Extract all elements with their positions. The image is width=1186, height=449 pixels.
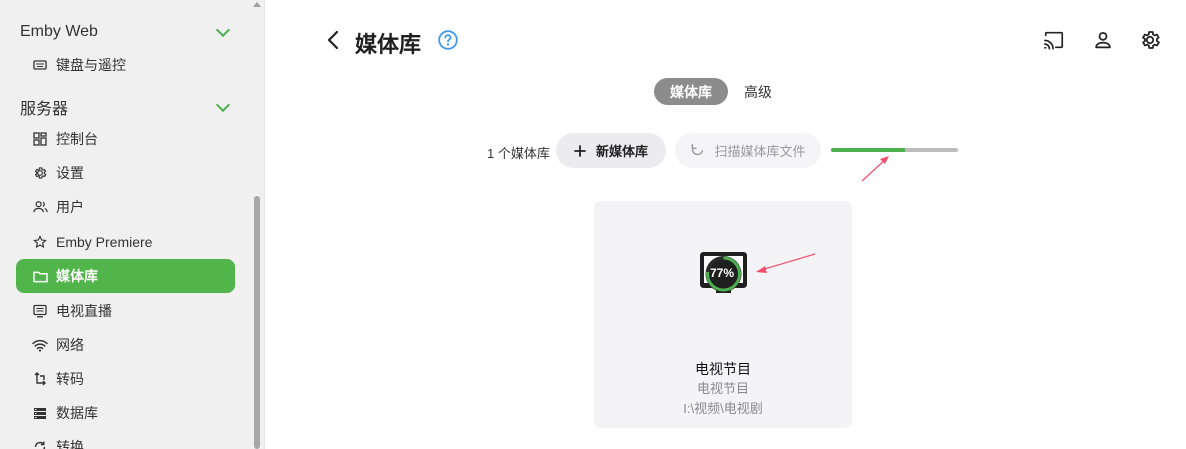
sidebar-item-network[interactable]: 网络 — [16, 328, 235, 362]
folder-icon — [32, 268, 48, 284]
new-library-label: 新媒体库 — [595, 144, 648, 159]
sidebar-item-library[interactable]: 媒体库 — [16, 259, 235, 293]
refresh-icon — [690, 143, 705, 158]
card-progress-label: 77% — [709, 266, 735, 280]
database-icon — [32, 405, 48, 421]
sidebar-item-label: 网络 — [56, 337, 84, 353]
chevron-left-icon — [327, 30, 339, 50]
scan-progress-fill — [831, 148, 905, 152]
tab-libraries[interactable]: 媒体库 — [654, 78, 728, 105]
sidebar-item-label: 设置 — [56, 165, 84, 181]
sidebar-item-users[interactable]: 用户 — [16, 190, 235, 224]
dashboard-icon — [32, 131, 48, 147]
scan-library-label: 扫描媒体库文件 — [714, 144, 806, 159]
sidebar-item-dashboard[interactable]: 控制台 — [16, 122, 235, 156]
chevron-down-icon — [215, 22, 231, 38]
section-emby-web[interactable]: Emby Web — [20, 20, 234, 44]
scan-library-button[interactable]: 扫描媒体库文件 — [675, 133, 821, 168]
sidebar-item-label: 用户 — [56, 199, 84, 215]
user-icon — [1095, 31, 1111, 49]
gear-icon — [1142, 31, 1160, 49]
library-count: 1 个媒体库 — [487, 146, 550, 161]
user-button[interactable] — [1092, 29, 1114, 51]
new-library-button[interactable]: 新媒体库 — [556, 133, 666, 168]
section-server[interactable]: 服务器 — [20, 95, 234, 119]
sidebar-item-label: Emby Premiere — [56, 234, 153, 250]
sidebar-item-label: 数据库 — [56, 405, 98, 421]
chevron-down-icon — [215, 97, 231, 113]
gear-icon — [32, 165, 48, 181]
sidebar-item-label: 电视直播 — [56, 303, 112, 319]
sidebar-item-livetv[interactable]: 电视直播 — [16, 294, 235, 328]
section-server-label: 服务器 — [20, 101, 69, 118]
sidebar: Emby Web 键盘与遥控 服务器 控制台 设置 用户 Emby Premie… — [0, 0, 250, 449]
convert-icon — [32, 439, 48, 449]
wifi-icon — [32, 337, 48, 353]
sidebar-item-label: 控制台 — [56, 131, 98, 147]
back-button[interactable] — [322, 28, 346, 52]
scroll-up-arrow-icon[interactable] — [253, 2, 261, 7]
help-button[interactable] — [438, 30, 458, 50]
main-content: 媒体库 媒体库 高级 1 个媒体库 新媒体库 扫描媒体库文件 77% 电视节目 … — [265, 0, 1186, 449]
sidebar-item-keyboard[interactable]: 键盘与遥控 — [16, 48, 235, 82]
sidebar-item-convert[interactable]: 转换 — [16, 430, 235, 449]
sidebar-scrollbar-thumb[interactable] — [254, 196, 260, 449]
transcode-icon — [32, 371, 48, 387]
sidebar-item-transcode[interactable]: 转码 — [16, 362, 235, 396]
cast-icon — [1044, 31, 1064, 50]
page-title: 媒体库 — [355, 32, 422, 57]
help-icon — [438, 30, 458, 50]
sidebar-item-label: 媒体库 — [56, 268, 98, 284]
library-type: 电视节目 — [696, 381, 749, 396]
keyboard-icon — [32, 57, 48, 73]
section-emby-web-label: Emby Web — [20, 23, 98, 40]
sidebar-item-database[interactable]: 数据库 — [16, 396, 235, 430]
library-card[interactable]: 77% 电视节目 电视节目 I:\视频\电视剧 — [594, 201, 852, 428]
cast-button[interactable] — [1043, 29, 1065, 51]
star-icon — [32, 234, 48, 250]
library-path: I:\视频\电视剧 — [683, 401, 763, 416]
tab-advanced[interactable]: 高级 — [728, 78, 788, 105]
library-name: 电视节目 — [695, 361, 751, 377]
sidebar-item-settings[interactable]: 设置 — [16, 156, 235, 190]
scan-progress-bar — [831, 148, 958, 152]
sidebar-item-label: 键盘与遥控 — [56, 57, 126, 73]
settings-button[interactable] — [1139, 29, 1161, 51]
tab-bar: 媒体库 高级 — [654, 78, 788, 105]
users-icon — [32, 199, 48, 215]
sidebar-item-label: 转码 — [56, 371, 84, 387]
plus-icon — [574, 144, 586, 157]
sidebar-item-label: 转换 — [56, 439, 84, 449]
sidebar-item-premiere[interactable]: Emby Premiere — [16, 225, 235, 259]
tv-guide-icon — [32, 303, 48, 319]
